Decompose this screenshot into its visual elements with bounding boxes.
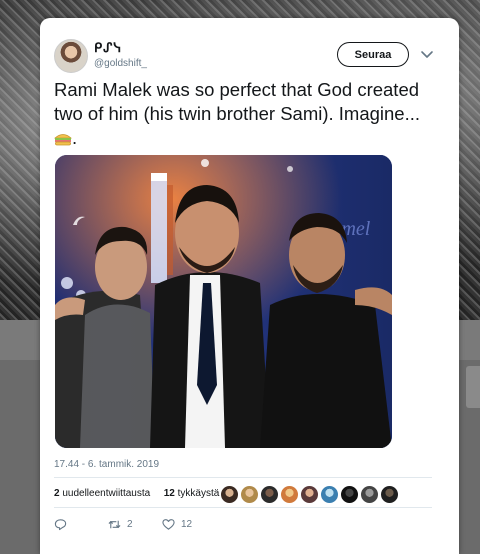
retweet-action-count: 2: [127, 519, 133, 530]
tweet-photo[interactable]: mmel: [55, 155, 392, 448]
divider: [54, 477, 432, 478]
tweet-actions: 2 12: [54, 518, 354, 536]
chevron-down-icon[interactable]: [418, 45, 436, 63]
user-handle[interactable]: @goldshift_: [94, 58, 147, 69]
tweet-card: ᑭᔑᓭ @goldshift_ Seuraa Rami Malek was so…: [40, 18, 459, 554]
divider: [54, 507, 432, 508]
avatar[interactable]: [280, 485, 299, 504]
avatar[interactable]: [260, 485, 279, 504]
retweet-button[interactable]: 2: [108, 518, 133, 531]
tweet-stats: 2 uudelleentwiittausta 12 tykkäystä: [54, 488, 219, 499]
display-name[interactable]: ᑭᔑᓭ: [94, 40, 122, 56]
tweet-timestamp[interactable]: 17.44 - 6. tammik. 2019: [54, 459, 159, 470]
like-label[interactable]: tykkäystä: [178, 488, 220, 499]
like-count[interactable]: 12: [164, 488, 175, 499]
heart-icon: [162, 519, 175, 530]
avatar[interactable]: [360, 485, 379, 504]
retweet-label[interactable]: uudelleentwiittausta: [62, 488, 150, 499]
like-button[interactable]: 12: [162, 518, 192, 531]
tweet-text: Rami Malek was so perfect that God creat…: [54, 78, 449, 150]
avatar[interactable]: [340, 485, 359, 504]
reply-icon: [54, 519, 67, 531]
tweet-photo-image: mmel: [55, 155, 392, 448]
sandwich-emoji-icon: [54, 134, 72, 146]
tweet-body: Rami Malek was so perfect that God creat…: [54, 79, 421, 124]
avatar[interactable]: [380, 485, 399, 504]
avatar[interactable]: [220, 485, 239, 504]
like-action-count: 12: [181, 519, 193, 530]
avatar[interactable]: [54, 39, 88, 73]
avatar[interactable]: [240, 485, 259, 504]
retweet-icon: [108, 520, 121, 529]
follow-button[interactable]: Seuraa: [337, 42, 409, 67]
avatar[interactable]: [300, 485, 319, 504]
tweet-trailing: .: [72, 127, 78, 148]
avatar[interactable]: [320, 485, 339, 504]
reply-button[interactable]: [54, 518, 67, 531]
background-side-tab[interactable]: [466, 366, 480, 408]
retweet-count[interactable]: 2: [54, 488, 60, 499]
